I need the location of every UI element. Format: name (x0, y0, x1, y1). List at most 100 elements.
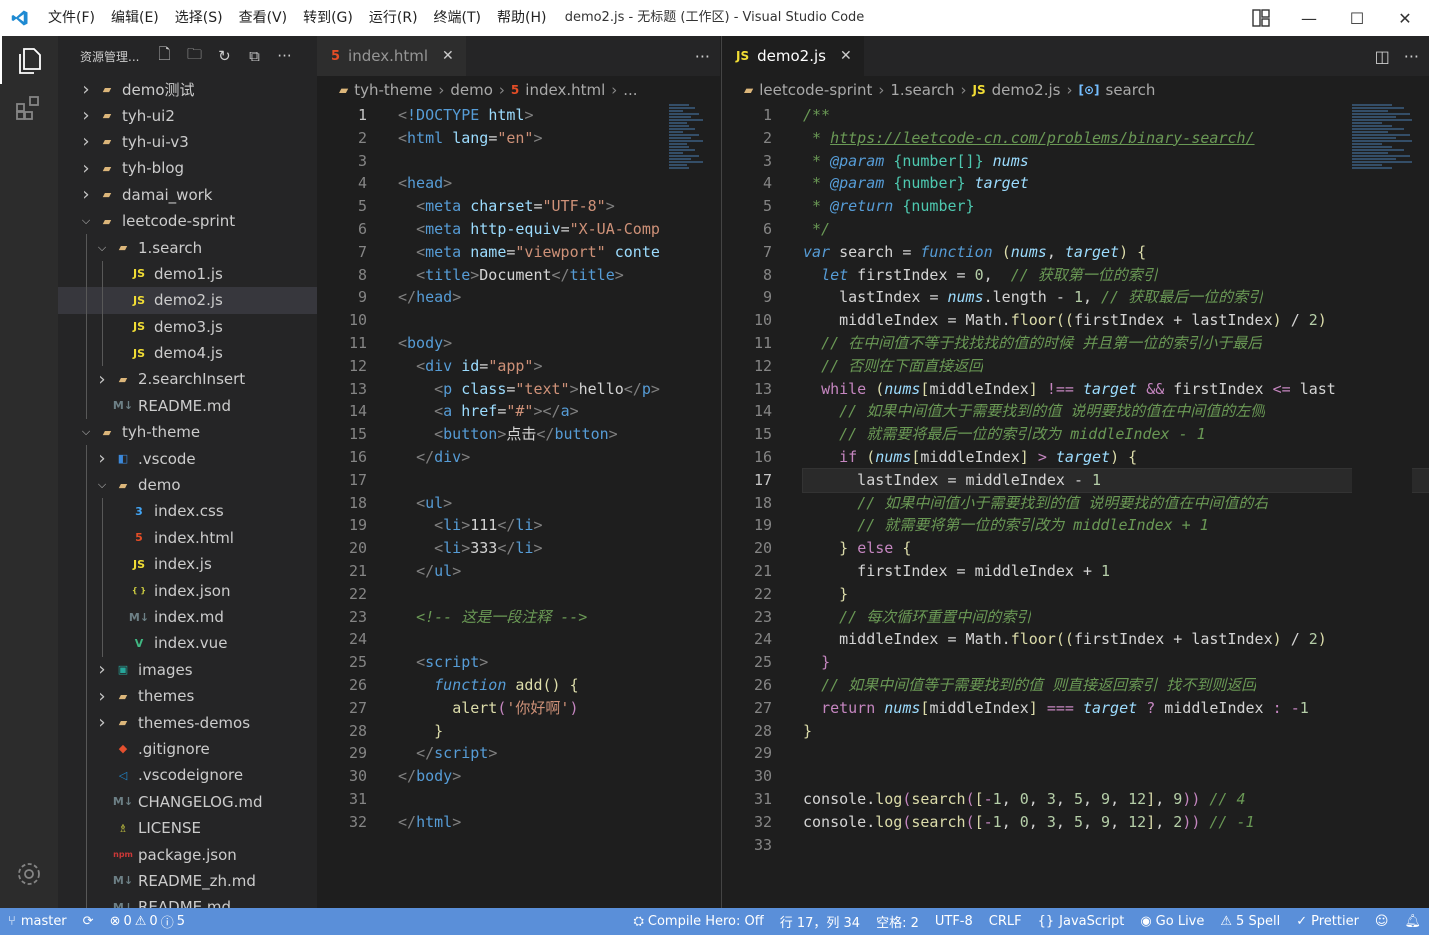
compile-hero-status[interactable]: ⛭ Compile Hero: Off (626, 914, 772, 929)
tree-item[interactable]: { } index.json (58, 577, 317, 604)
code-line: 17 lastIndex = middleIndex - 1 (722, 467, 1429, 493)
tree-item[interactable]: › ▰ themes-demos (58, 709, 317, 736)
tree-item[interactable]: › ◧ .vscode (58, 445, 317, 472)
tree-item[interactable]: Vindex.vue (58, 630, 317, 657)
eol[interactable]: CRLF (981, 914, 1030, 929)
tree-item[interactable]: JS demo4.js (58, 339, 317, 367)
cursor-position[interactable]: 行 17，列 34 (772, 912, 868, 931)
tree-item[interactable]: npm package.json (58, 841, 317, 868)
close-icon[interactable]: ✕ (442, 48, 454, 64)
minimap[interactable] (669, 104, 720, 908)
new-file-icon[interactable]: 🗋 (149, 41, 179, 71)
tree-item[interactable]: M↓ index.md (58, 603, 317, 631)
menu-item[interactable]: 编辑(E) (103, 0, 167, 36)
tab-actions-1: ··· (695, 36, 710, 76)
refresh-icon[interactable]: ↻ (209, 41, 239, 71)
minimap-line (669, 137, 691, 139)
indentation[interactable]: 空格: 2 (868, 912, 927, 931)
tree-item[interactable]: M↓ README.md (58, 392, 317, 420)
tree-item[interactable]: ⌵ ▰ tyh-theme (58, 419, 317, 445)
more-actions-icon[interactable]: ··· (695, 47, 710, 66)
extensions-icon[interactable] (0, 84, 58, 132)
breadcrumb-item[interactable]: leetcode-sprint (759, 81, 872, 99)
tab-demo2-js[interactable]: JS demo2.js ✕ (722, 36, 864, 76)
code-editor-js[interactable]: 1 /** 2 * https://leetcode-cn.com/problems… (722, 104, 1429, 908)
breadcrumb-item[interactable]: search (1106, 81, 1156, 99)
minimap-line (669, 146, 689, 148)
menu-item[interactable]: 终端(T) (426, 0, 489, 36)
tree-item[interactable]: › ▰ damai_work (58, 182, 317, 208)
more-actions-icon[interactable]: ··· (1404, 47, 1419, 66)
tree-item[interactable]: M↓ README_zh.md (58, 867, 317, 895)
minimap[interactable] (1352, 104, 1412, 908)
menu-item[interactable]: 文件(F) (40, 0, 103, 36)
tree-item-label: demo (138, 476, 181, 495)
tree-item[interactable]: › ▰ tyh-ui2 (58, 102, 317, 128)
tree-item[interactable]: ♗ LICENSE (58, 814, 317, 842)
layout-icon[interactable] (1243, 0, 1279, 36)
settings-gear-icon[interactable] (0, 850, 58, 898)
tree-item[interactable]: M↓ CHANGELOG.md (58, 788, 317, 815)
tree-item[interactable]: ◁ .vscodeignore (58, 762, 317, 789)
menu-item[interactable]: 选择(S) (167, 0, 231, 36)
tree-item[interactable]: JS demo1.js (58, 260, 317, 288)
folder-icon: ▰ (102, 109, 112, 123)
breadcrumb-item[interactable]: demo2.js (992, 81, 1061, 99)
code-text: </script> (416, 744, 498, 763)
tree-item[interactable]: ⌵ ▰ demo (58, 471, 317, 499)
tree-item[interactable]: › ▰ tyh-ui-v3 (58, 129, 317, 155)
split-editor-icon[interactable]: ◫ (1375, 47, 1390, 66)
branch-status[interactable]: ⑂ master (0, 914, 75, 929)
breadcrumb-item[interactable]: tyh-theme (354, 81, 432, 99)
menu-item[interactable]: 帮助(H) (489, 0, 554, 36)
tree-item[interactable]: › ▣ images (58, 656, 317, 683)
more-actions-icon[interactable]: ··· (269, 41, 299, 71)
tree-item[interactable]: M↓ README.md (58, 894, 317, 908)
line-number: 29 (753, 744, 772, 763)
code-text: firstIndex = middleIndex + 1 (803, 561, 1111, 580)
menu-item[interactable]: 转到(G) (295, 0, 361, 36)
breadcrumb-item[interactable]: demo (450, 81, 493, 99)
tree-item[interactable]: ◆ .gitignore (58, 735, 317, 763)
folder-icon: ▰ (102, 82, 112, 96)
new-folder-icon[interactable]: 🗀 (179, 41, 209, 71)
tree-item[interactable]: › ▰ themes (58, 682, 317, 710)
feedback-icon[interactable]: ☺ (1367, 914, 1397, 929)
tree-item[interactable]: › ▰ demo测试 (58, 76, 317, 102)
sync-icon[interactable]: ⟳ (75, 914, 102, 929)
tree-item[interactable]: JS demo3.js (58, 313, 317, 340)
go-live[interactable]: ◉ Go Live (1132, 914, 1212, 929)
minimap-line (669, 161, 703, 163)
minimize-icon[interactable]: — (1285, 0, 1333, 36)
breadcrumb-item[interactable]: 1.search (890, 81, 954, 99)
tree-item[interactable]: JS index.js (58, 551, 317, 578)
tree-item[interactable]: ⌵ ▰ 1.search (58, 234, 317, 261)
code-text: <title>Document</title> (416, 265, 624, 284)
problems-status[interactable]: ⊗ 0 ⚠ 0 ⓘ 5 (102, 912, 193, 931)
spell-status[interactable]: ⚠ 5 Spell (1212, 914, 1288, 929)
tree-item[interactable]: 5 index.html (58, 524, 317, 552)
collapse-all-icon[interactable]: ⧉ (239, 41, 269, 71)
tree-item[interactable]: 3 index.css (58, 498, 317, 525)
explorer-icon[interactable] (0, 36, 58, 84)
close-icon[interactable]: ✕ (840, 48, 852, 64)
tree-item[interactable]: ⌵ ▰ leetcode-sprint (58, 208, 317, 234)
tree-item[interactable]: › ▰ tyh-blog (58, 155, 317, 181)
tree-item[interactable]: JS demo2.js (58, 287, 317, 314)
menu-item[interactable]: 运行(R) (361, 0, 426, 36)
language-mode[interactable]: {} JavaScript (1030, 914, 1133, 929)
tab-index-html[interactable]: 5 index.html ✕ (317, 36, 466, 76)
indent-guide (86, 471, 87, 499)
maximize-icon[interactable]: ☐ (1333, 0, 1381, 36)
html-file-icon: 5 (135, 531, 143, 545)
notifications-bell-icon[interactable]: 🔔︎ (1396, 914, 1429, 929)
tree-item[interactable]: › ▰ 2.searchInsert (58, 366, 317, 393)
breadcrumb-item[interactable]: index.html (525, 81, 605, 99)
breadcrumb-item[interactable]: ... (623, 81, 637, 99)
close-window-icon[interactable]: ✕ (1381, 0, 1429, 36)
code-editor-html[interactable]: 1 <!DOCTYPE html> 2 <html lang="en"> 3 4 <head… (317, 104, 720, 908)
code-text: </body> (398, 767, 462, 786)
prettier-status[interactable]: ✓ Prettier (1288, 914, 1367, 929)
menu-item[interactable]: 查看(V) (231, 0, 296, 36)
encoding[interactable]: UTF-8 (927, 914, 981, 929)
